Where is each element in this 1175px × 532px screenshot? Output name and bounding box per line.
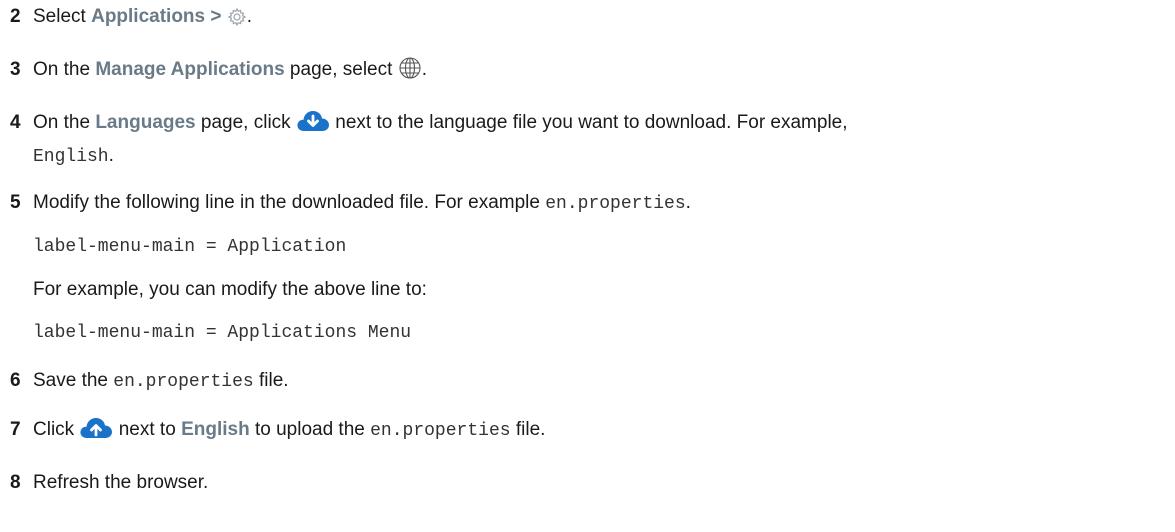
- document: 2 Select Applications > . 3 On the Manag…: [0, 3, 1175, 497]
- code-line-original: label-menu-main = Application: [33, 237, 347, 257]
- step-7: 7 Click next to English to upload the en…: [10, 416, 1175, 449]
- step-5: 5 Modify the following line in the downl…: [10, 189, 1175, 347]
- step-2: 2 Select Applications > .: [10, 3, 1175, 36]
- gear-icon: [227, 7, 247, 36]
- step-text: Refresh the browser.: [33, 472, 209, 493]
- step-number: 2: [10, 6, 21, 27]
- step-6: 6 Save the en.properties file.: [10, 367, 1175, 396]
- globe-icon: [398, 56, 422, 89]
- step-number: 5: [10, 192, 21, 213]
- step-number: 4: [10, 112, 21, 133]
- step-8: 8 Refresh the browser.: [10, 469, 1175, 497]
- code-line-modified: label-menu-main = Applications Menu: [33, 323, 412, 343]
- code-english: English: [33, 147, 109, 167]
- ui-label-applications: Applications >: [91, 6, 222, 27]
- code-filename: en.properties: [113, 372, 254, 392]
- cloud-download-icon: [296, 109, 330, 142]
- step-4: 4 On the Languages page, click next to t…: [10, 109, 1175, 171]
- step-number: 7: [10, 419, 21, 440]
- step-3: 3 On the Manage Applications page, selec…: [10, 56, 1175, 89]
- cloud-upload-icon: [79, 416, 113, 449]
- ui-label-manage-applications: Manage Applications: [95, 59, 285, 80]
- step-text: For example, you can modify the above li…: [33, 279, 427, 300]
- code-filename: en.properties: [545, 194, 686, 214]
- step-number: 6: [10, 370, 21, 391]
- step-text: Select: [33, 6, 92, 27]
- step-number: 3: [10, 59, 21, 80]
- step-number: 8: [10, 472, 21, 493]
- code-filename: en.properties: [370, 421, 511, 441]
- ui-label-languages: Languages: [95, 112, 196, 133]
- ui-label-english: English: [181, 419, 250, 440]
